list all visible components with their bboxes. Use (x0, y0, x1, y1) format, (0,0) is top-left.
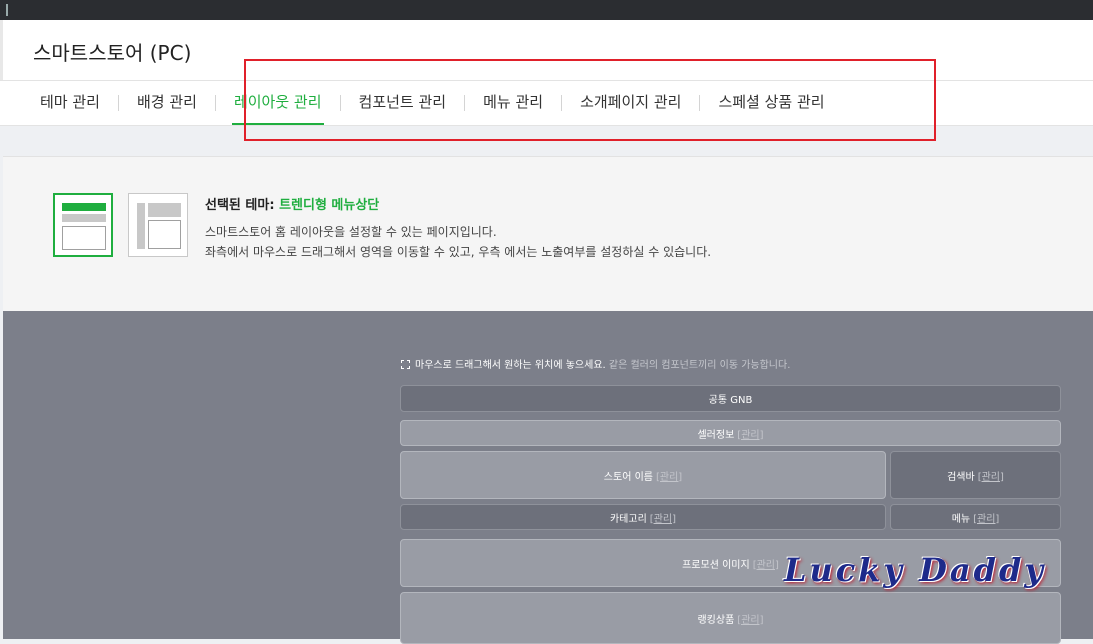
window-edge-mark (6, 4, 8, 16)
manage-link[interactable]: [관리] (737, 426, 763, 441)
tab-theme[interactable]: 테마 관리 (22, 81, 118, 125)
drag-icon (401, 360, 410, 369)
tab-special-product[interactable]: 스페셜 상품 관리 (700, 81, 842, 125)
tab-intro-page[interactable]: 소개페이지 관리 (562, 81, 699, 125)
description-line-2: 좌측에서 마우스로 드래그해서 영역을 이동할 수 있고, 우측 에서는 노출여… (205, 245, 712, 259)
manage-link[interactable]: [관리] (656, 468, 682, 483)
manage-link[interactable]: [관리] (737, 611, 763, 626)
theme-info-panel: 선택된 테마: 트렌디형 메뉴상단 스마트스토어 홈 레이아웃을 설정할 수 있… (3, 156, 1093, 312)
layout-canvas: 마우스로 드래그해서 원하는 위치에 놓으세요. 같은 컬러의 컴포넌트끼리 이… (3, 311, 1093, 644)
drag-hint: 마우스로 드래그해서 원하는 위치에 놓으세요. 같은 컬러의 컴포넌트끼리 이… (401, 356, 790, 371)
manage-link[interactable]: [관리] (973, 510, 999, 525)
tab-background[interactable]: 배경 관리 (119, 81, 215, 125)
block-search-bar[interactable]: 검색바 [관리] (890, 451, 1061, 499)
tab-menu[interactable]: 메뉴 관리 (465, 81, 561, 125)
block-common-gnb[interactable]: 공통 GNB (400, 385, 1061, 412)
layout-top-menu-thumbnail[interactable] (53, 193, 113, 257)
tab-component[interactable]: 컴포넌트 관리 (341, 81, 465, 125)
manage-link[interactable]: [관리] (978, 468, 1004, 483)
page-title: 스마트스토어 (PC) (33, 41, 192, 65)
block-ranking-products[interactable]: 랭킹상품 [관리] (400, 592, 1061, 644)
manage-link[interactable]: [관리] (650, 510, 676, 525)
layout-side-menu-thumbnail[interactable] (128, 193, 188, 257)
description-line-1: 스마트스토어 홈 레이아웃을 설정할 수 있는 페이지입니다. (205, 225, 497, 239)
block-store-name[interactable]: 스토어 이름 [관리] (400, 451, 886, 499)
manage-link[interactable]: [관리] (753, 556, 779, 571)
block-menu[interactable]: 메뉴 [관리] (890, 504, 1061, 530)
block-seller-info[interactable]: 셀러정보 [관리] (400, 420, 1061, 446)
tab-layout[interactable]: 레이아웃 관리 (216, 81, 340, 125)
selected-theme-label: 선택된 테마: 트렌디형 메뉴상단 (205, 198, 380, 213)
block-category[interactable]: 카테고리 [관리] (400, 504, 886, 530)
header: 스마트스토어 (PC) (0, 20, 1093, 81)
selected-theme-name: 트렌디형 메뉴상단 (279, 198, 380, 213)
top-bar (0, 0, 1093, 20)
block-promotion-image[interactable]: 프로모션 이미지 [관리] (400, 539, 1061, 587)
tab-bar: 테마 관리 배경 관리 레이아웃 관리 컴포넌트 관리 메뉴 관리 소개페이지 … (0, 81, 1093, 126)
